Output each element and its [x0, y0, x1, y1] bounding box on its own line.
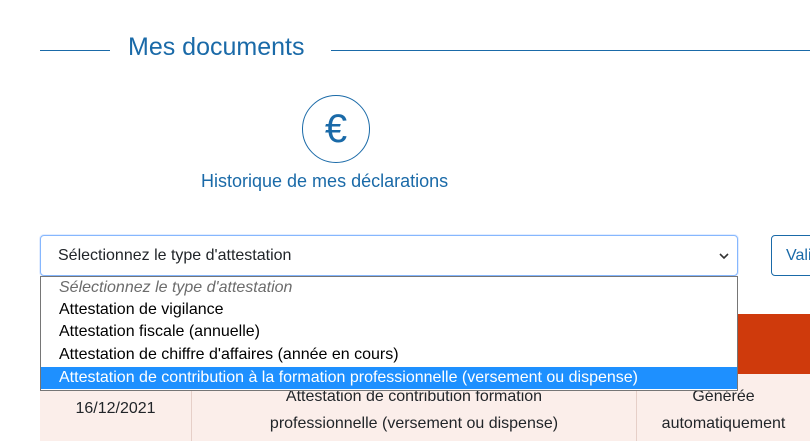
history-declarations-link[interactable]: Historique de mes déclarations [201, 171, 448, 192]
section-header: Mes documents [0, 30, 810, 70]
attestation-dropdown-list: Sélectionnez le type d'attestation Attes… [40, 276, 738, 391]
validate-button[interactable]: Valider [771, 235, 810, 276]
option-chiffre-affaires[interactable]: Attestation de chiffre d'affaires (année… [41, 344, 737, 366]
option-vigilance[interactable]: Attestation de vigilance [41, 299, 737, 321]
cell-generation-mode-line2: automatiquement [661, 415, 786, 432]
table-header: e [729, 314, 810, 374]
section-title: Mes documents [128, 33, 305, 61]
chevron-down-icon [719, 253, 729, 260]
section-divider-left [40, 50, 110, 51]
section-divider-right [331, 50, 810, 51]
attestation-select-value: Sélectionnez le type d'attestation [58, 247, 292, 264]
option-placeholder[interactable]: Sélectionnez le type d'attestation [41, 277, 737, 299]
cell-document-type-line2: professionnelle (versement ou dispense) [269, 415, 559, 432]
euro-icon[interactable]: € [302, 95, 370, 163]
option-formation-professionnelle[interactable]: Attestation de contribution à la formati… [41, 367, 737, 389]
attestation-type-select[interactable]: Sélectionnez le type d'attestation [40, 235, 738, 276]
option-fiscale[interactable]: Attestation fiscale (annuelle) [41, 321, 737, 343]
